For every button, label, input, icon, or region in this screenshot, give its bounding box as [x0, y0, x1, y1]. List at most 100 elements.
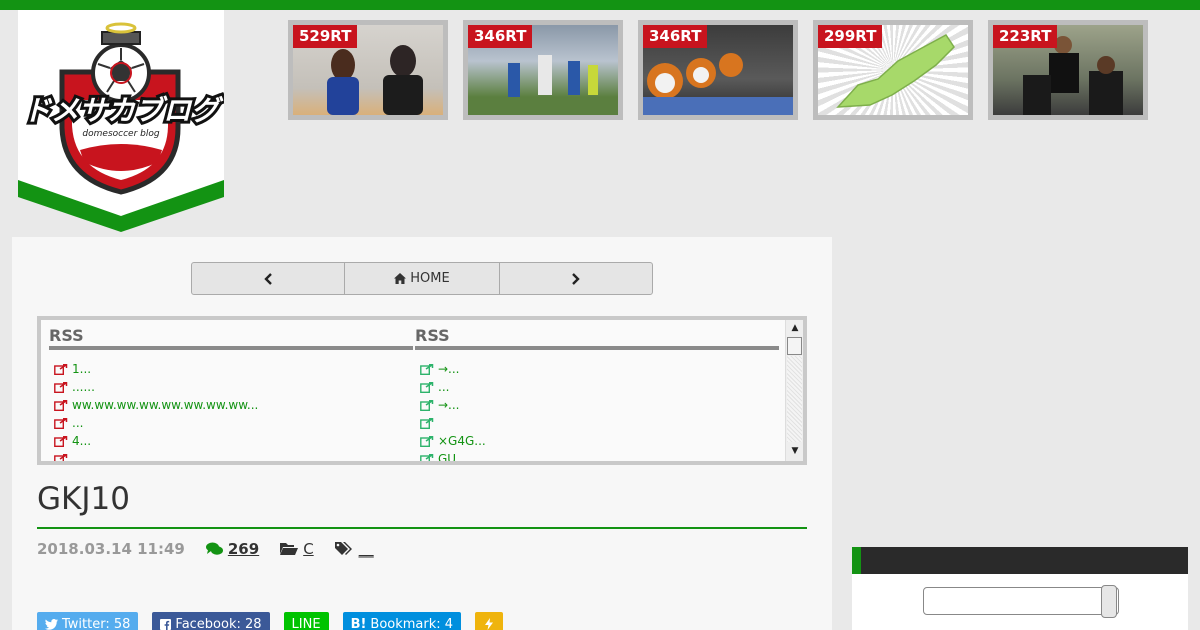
search-button[interactable] — [1101, 585, 1117, 618]
rss-list: 1......... ww.ww.ww.ww.ww.ww.ww.ww...... 4… — [49, 360, 413, 461]
rss-item-title: ... — [438, 380, 450, 394]
rss-item-title: ... — [72, 416, 84, 430]
rss-item[interactable]: GU... — [415, 450, 779, 461]
logo-text: ドメサカブログ — [23, 94, 224, 127]
rt-badge: 529RT — [293, 25, 358, 48]
rss-item[interactable]: ×G4G... — [415, 432, 779, 450]
title-divider — [37, 527, 807, 529]
bookmark-share-label: Bookmark: 4 — [370, 616, 454, 630]
post-title: GKJ10 — [37, 481, 130, 517]
external-link-icon — [49, 453, 72, 461]
chevron-left-icon — [264, 272, 272, 285]
rt-badge: 223RT — [993, 25, 1058, 48]
scroll-thumb[interactable] — [787, 337, 802, 355]
share-buttons: Twitter: 58 Facebook: 28 LINE B! Bookmar… — [37, 612, 517, 630]
popular-thumb-5[interactable]: 223RT — [988, 20, 1148, 120]
external-link-icon — [49, 399, 72, 411]
rss-item[interactable]: →... — [415, 396, 779, 414]
tags-link[interactable]: __ — [359, 540, 374, 558]
post-date: 2018.03.14 11:49 — [37, 540, 185, 558]
external-link-icon — [49, 417, 72, 429]
rss-item-title: 1... — [72, 362, 92, 376]
rt-badge: 346RT — [468, 25, 533, 48]
rss-item[interactable]: →... — [415, 360, 779, 378]
chevron-right-icon — [572, 272, 580, 285]
external-link-icon — [415, 381, 438, 393]
rss-item-title: GU... — [438, 452, 468, 461]
popular-thumb-2[interactable]: 346RT — [463, 20, 623, 120]
rss-item-title: ...... — [72, 380, 95, 394]
prev-post-button[interactable] — [192, 263, 345, 294]
sidebar-search-widget — [852, 547, 1188, 630]
scroll-down-arrow-icon[interactable]: ▼ — [788, 444, 802, 458]
facebook-share-button[interactable]: Facebook: 28 — [152, 612, 270, 630]
twitter-share-label: Twitter: 58 — [62, 616, 131, 630]
rss-scrollbar[interactable]: ▲ ▼ — [785, 320, 803, 461]
external-link-icon — [415, 363, 438, 375]
post-meta: 2018.03.14 11:49 269 C __ — [37, 540, 374, 558]
post-navigation: HOME — [191, 262, 653, 295]
pocket-icon — [485, 618, 494, 630]
hatena-icon: B! — [350, 616, 367, 630]
home-icon — [394, 273, 407, 284]
rss-item-title: ww.ww.ww.ww.ww.ww.ww.ww... — [72, 398, 259, 412]
line-share-label: LINE — [291, 616, 321, 630]
line-share-button[interactable]: LINE — [283, 612, 329, 630]
external-link-icon — [415, 435, 438, 447]
tags-icon — [334, 542, 352, 555]
rss-item-title: →... — [438, 398, 460, 412]
rss-item[interactable]: ...... — [49, 378, 413, 396]
rss-item[interactable]: 4... — [49, 432, 413, 450]
scroll-up-arrow-icon[interactable]: ▲ — [788, 321, 802, 335]
comments-icon — [205, 542, 223, 555]
home-button[interactable]: HOME — [345, 263, 500, 294]
site-logo[interactable]: ドメサカブログ domesoccer blog — [18, 10, 224, 232]
popular-thumb-3[interactable]: 346RT — [638, 20, 798, 120]
category-meta: C — [280, 540, 314, 558]
article-card: HOME RSS 1......... ww.ww.ww.ww.ww.ww.ww.… — [12, 237, 832, 630]
facebook-share-label: Facebook: 28 — [175, 616, 262, 630]
search-input[interactable] — [923, 587, 1119, 615]
twitter-icon — [45, 618, 58, 630]
external-link-icon — [49, 435, 72, 447]
rss-list: →...... →... ×G4G... GU... — [415, 360, 779, 461]
rss-item[interactable]: 1... — [49, 360, 413, 378]
rss-item-title: ×G4G... — [438, 434, 486, 448]
popular-thumb-1[interactable]: 529RT — [288, 20, 448, 120]
comments-count-link[interactable]: 269 — [228, 540, 259, 558]
facebook-icon — [160, 618, 172, 630]
rt-badge: 346RT — [643, 25, 708, 48]
rss-feed-box: RSS 1......... ww.ww.ww.ww.ww.ww.ww.ww...… — [37, 316, 807, 465]
rss-column-right: RSS →...... →... ×G4G... GU... — [415, 326, 779, 461]
top-accent-bar — [0, 0, 1200, 10]
rss-item[interactable] — [49, 450, 413, 461]
rss-item[interactable]: ... — [415, 378, 779, 396]
rss-heading: RSS — [49, 326, 413, 350]
hatena-bookmark-button[interactable]: B! Bookmark: 4 — [342, 612, 462, 630]
twitter-share-button[interactable]: Twitter: 58 — [37, 612, 139, 630]
external-link-icon — [415, 417, 438, 429]
category-link[interactable]: C — [303, 540, 313, 558]
external-link-icon — [415, 399, 438, 411]
widget-header — [852, 547, 1188, 574]
external-link-icon — [49, 363, 72, 375]
folder-icon — [280, 543, 299, 555]
comments-meta: 269 — [205, 540, 259, 558]
rss-item-title: 4... — [72, 434, 92, 448]
external-link-icon — [415, 453, 438, 461]
external-link-icon — [49, 381, 72, 393]
rss-column-left: RSS 1......... ww.ww.ww.ww.ww.ww.ww.ww...… — [49, 326, 413, 461]
tags-meta: __ — [334, 540, 374, 558]
rss-item[interactable] — [415, 414, 779, 432]
home-label: HOME — [410, 271, 450, 286]
rss-item[interactable]: ... — [49, 414, 413, 432]
rss-item-title: →... — [438, 362, 460, 376]
rss-heading: RSS — [415, 326, 779, 350]
rss-item[interactable]: ww.ww.ww.ww.ww.ww.ww.ww... — [49, 396, 413, 414]
rt-badge: 299RT — [818, 25, 883, 48]
popular-thumb-4[interactable]: 299RT — [813, 20, 973, 120]
logo-subtext: domesoccer blog — [82, 129, 159, 139]
pocket-button[interactable] — [475, 612, 504, 630]
next-post-button[interactable] — [500, 263, 652, 294]
scroll-track[interactable] — [787, 356, 802, 442]
